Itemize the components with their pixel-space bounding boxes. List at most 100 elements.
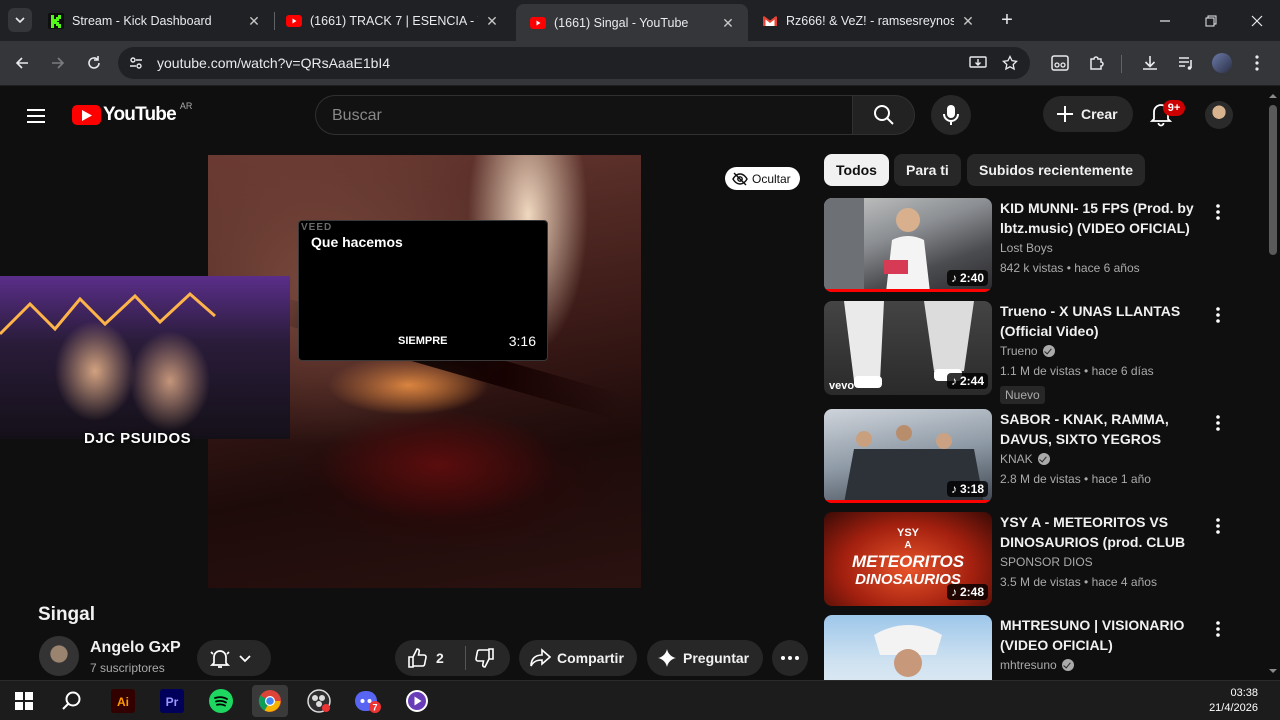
hide-button[interactable]: Ocultar [725, 167, 800, 190]
back-button[interactable] [8, 49, 36, 77]
new-tab-button[interactable]: + [996, 9, 1018, 31]
recommendation-menu-button[interactable] [1208, 516, 1228, 536]
install-app-icon[interactable] [969, 55, 987, 71]
create-button[interactable]: Crear [1043, 96, 1133, 132]
recommendation-channel[interactable]: KNAK [1000, 452, 1050, 466]
search-input[interactable]: Buscar [315, 95, 852, 135]
system-clock[interactable]: 03:38 21/4/2026 [1209, 686, 1258, 716]
channel-avatar[interactable] [39, 636, 79, 676]
more-actions-button[interactable] [772, 640, 808, 676]
region-code: AR [179, 101, 193, 111]
video-thumbnail[interactable]: VISIONARIO [824, 615, 992, 680]
obs-app[interactable] [301, 685, 337, 717]
restore-button[interactable] [1188, 0, 1234, 41]
reload-button[interactable] [80, 49, 108, 77]
recommendation-menu-button[interactable] [1208, 619, 1228, 639]
taskbar-search-button[interactable] [54, 685, 90, 717]
premiere-icon: Pr [160, 689, 184, 713]
media-controls-button[interactable] [1175, 52, 1197, 74]
chip-for-you[interactable]: Para ti [894, 154, 961, 186]
page-scrollbar[interactable] [1266, 87, 1280, 680]
tab-kick-dashboard[interactable]: Stream - Kick Dashboard ✕ [34, 0, 274, 41]
recommendation-item[interactable]: YSY A METEORITOS DINOSAURIOS ♪ 2:48 YSY A - … [824, 512, 1244, 608]
share-button[interactable]: Compartir [519, 640, 637, 676]
close-tab-icon[interactable]: ✕ [246, 13, 262, 29]
tab-gmail[interactable]: Rz666! & VeZ! - ramsesreynoso ✕ [748, 0, 988, 41]
recommendation-item[interactable]: ♪ 2:40 KID MUNNI- 15 FPS (Prod. by lbtz.m… [824, 198, 1244, 294]
recommendation-title[interactable]: Trueno - X UNAS LLANTAS (Official Video) [1000, 301, 1200, 341]
recommendation-channel[interactable]: Lost Boys [1000, 241, 1053, 255]
youtube-icon [286, 14, 302, 27]
discord-app[interactable]: 7 [350, 685, 386, 717]
search-icon [873, 105, 894, 125]
recommendation-title[interactable]: YSY A - METEORITOS VS DINOSAURIOS (prod.… [1000, 512, 1200, 552]
spotify-app[interactable] [203, 685, 239, 717]
downloads-button[interactable] [1139, 52, 1161, 74]
more-horizontal-icon [781, 656, 799, 660]
profile-button[interactable] [1211, 52, 1233, 74]
extensions-button[interactable] [1086, 52, 1108, 74]
account-avatar[interactable] [1205, 101, 1233, 129]
webcam-overlay [0, 276, 290, 439]
address-bar[interactable]: youtube.com/watch?v=QRsAaaE1bI4 [118, 47, 1030, 79]
recommendation-menu-button[interactable] [1208, 305, 1228, 325]
video-thumbnail[interactable]: YSY A METEORITOS DINOSAURIOS ♪ 2:48 [824, 512, 992, 606]
close-window-button[interactable] [1234, 0, 1280, 41]
premiere-app[interactable]: Pr [154, 685, 190, 717]
video-thumbnail[interactable]: ♪ 2:40 [824, 198, 992, 292]
chrome-menu-button[interactable] [1246, 52, 1268, 74]
recommendation-item[interactable]: ♪ 3:18 SABOR - KNAK, RAMMA, DAVUS, SIXTO … [824, 409, 1244, 505]
ask-button[interactable]: Preguntar [647, 640, 763, 676]
recommendation-item[interactable]: VISIONARIO MHTRESUNO | VISIONARIO (VIDEO… [824, 615, 1244, 680]
close-icon [1251, 15, 1263, 26]
scroll-down-arrow-icon[interactable] [1266, 666, 1280, 676]
like-button[interactable]: 2 [395, 647, 465, 669]
forward-button[interactable] [44, 49, 72, 77]
video-thumbnail[interactable]: ♪ 3:18 [824, 409, 992, 503]
bookmark-star-icon[interactable] [1002, 55, 1018, 71]
voice-search-button[interactable] [931, 95, 971, 135]
channel-name[interactable]: Angelo GxP [90, 639, 181, 657]
tab-search-button[interactable] [8, 8, 32, 32]
tab-singal-active[interactable]: (1661) Singal - YouTube ✕ [516, 4, 748, 41]
youtube-logo[interactable]: YouTube AR [72, 101, 193, 126]
close-tab-icon[interactable]: ✕ [720, 15, 736, 31]
youtube-icon [530, 16, 546, 29]
search-button[interactable] [852, 95, 915, 135]
arrow-right-icon [52, 57, 65, 69]
incognito-profile-button[interactable] [1049, 52, 1071, 74]
windows-taskbar: Ai Pr 7 03:38 21/4/2026 [0, 680, 1280, 720]
duration-badge: ♪ 2:44 [946, 373, 988, 389]
minimize-button[interactable] [1142, 0, 1188, 41]
mic-icon [943, 105, 959, 125]
recommendation-menu-button[interactable] [1208, 413, 1228, 433]
close-tab-icon[interactable]: ✕ [960, 13, 976, 29]
video-thumbnail[interactable]: vevo ♪ 2:44 [824, 301, 992, 395]
search-placeholder: Buscar [332, 107, 382, 124]
chip-recently-uploaded[interactable]: Subidos recientemente [967, 154, 1146, 186]
tab-title: (1661) TRACK 7 | ESENCIA - YouTube [310, 13, 478, 28]
site-settings-icon[interactable] [128, 55, 144, 71]
recommendation-title[interactable]: KID MUNNI- 15 FPS (Prod. by lbtz.music) … [1000, 198, 1200, 238]
recommendation-title[interactable]: SABOR - KNAK, RAMMA, DAVUS, SIXTO YEGROS [1000, 409, 1200, 449]
media-player-app[interactable] [399, 685, 435, 717]
recommendation-channel[interactable]: Trueno [1000, 344, 1055, 358]
scroll-up-arrow-icon[interactable] [1266, 91, 1280, 101]
recommendation-channel[interactable]: mhtresuno [1000, 658, 1074, 672]
svg-text:METEORITOS: METEORITOS [852, 552, 965, 571]
close-tab-icon[interactable]: ✕ [484, 13, 500, 29]
neon-light-strip [0, 291, 216, 336]
chip-all[interactable]: Todos [824, 154, 889, 186]
recommendation-channel[interactable]: SPONSOR DIOS [1000, 555, 1093, 569]
dislike-button[interactable] [466, 647, 496, 669]
guide-menu-button[interactable] [24, 104, 48, 128]
illustrator-app[interactable]: Ai [105, 685, 141, 717]
chrome-app[interactable] [252, 685, 288, 717]
subscription-notifications-button[interactable] [197, 640, 271, 676]
tab-track-7[interactable]: (1661) TRACK 7 | ESENCIA - YouTube ✕ [272, 0, 512, 41]
recommendation-title[interactable]: MHTRESUNO | VISIONARIO (VIDEO OFICIAL) [1000, 615, 1200, 655]
recommendation-menu-button[interactable] [1208, 202, 1228, 222]
scrollbar-thumb[interactable] [1269, 105, 1277, 255]
recommendation-item[interactable]: vevo ♪ 2:44 Trueno - X UNAS LLANTAS (Offi… [824, 301, 1244, 404]
start-button[interactable] [6, 685, 42, 717]
